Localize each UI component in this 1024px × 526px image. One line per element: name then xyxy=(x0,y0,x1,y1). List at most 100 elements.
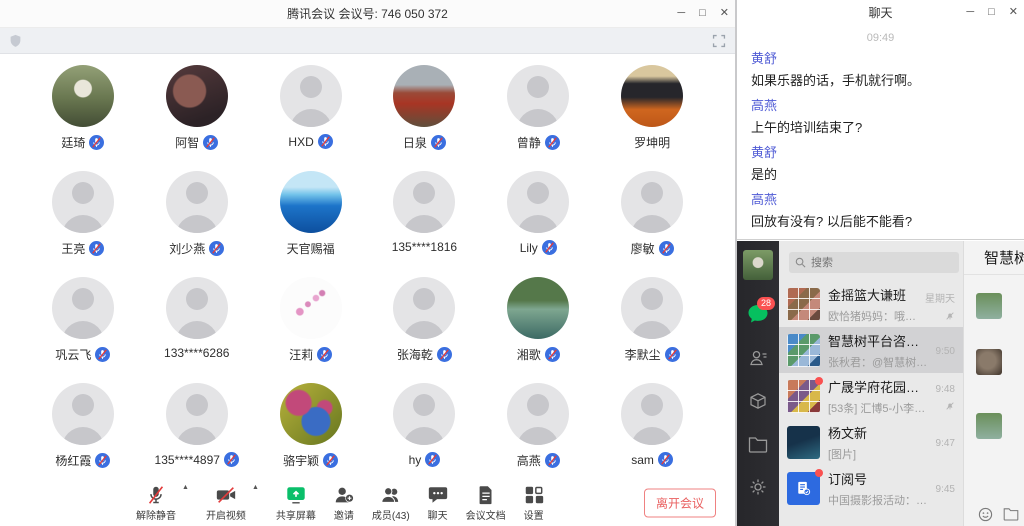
wechat-chat-item[interactable]: 金摇篮大谦班 欧恰猪妈妈：哦，知道... 星期天 xyxy=(779,281,963,327)
send-file-icon[interactable] xyxy=(1003,507,1019,521)
participant-name: hy xyxy=(409,453,422,467)
chat-titlebar: 聊天 ─ □ ✕ xyxy=(737,0,1024,24)
avatar xyxy=(621,65,683,127)
chat-time: 星期天 xyxy=(925,290,955,305)
avatar xyxy=(393,65,455,127)
message-avatar[interactable] xyxy=(976,293,1002,319)
maximize-icon[interactable]: □ xyxy=(699,8,706,19)
mic-options-caret-icon[interactable]: ▲ xyxy=(182,484,189,491)
muted-mic-icon xyxy=(545,347,560,362)
participant-grid: 廷琦 阿智 HXD 日泉 曾静 罗坤明 王亮 刘少燕 xyxy=(0,55,735,480)
participant-name: 张海乾 xyxy=(397,346,433,363)
muted-mic-icon xyxy=(145,484,167,506)
start-video-button[interactable]: 开启视频 xyxy=(206,484,246,522)
participant-tile[interactable]: 李默尘 xyxy=(595,273,709,379)
participant-name: 湘歌 xyxy=(517,346,541,363)
participant-tile[interactable]: 刘少燕 xyxy=(140,167,254,273)
minimize-icon[interactable]: ─ xyxy=(966,7,974,18)
avatar xyxy=(52,65,114,127)
wechat-chat-item[interactable]: 订阅号 中国摄影报活动："疫"线... 9:45 xyxy=(779,465,963,511)
wechat-settings-tab[interactable] xyxy=(748,477,768,497)
participant-tile[interactable]: hy xyxy=(368,379,482,485)
message-avatar[interactable] xyxy=(976,349,1002,375)
avatar[interactable] xyxy=(743,250,773,280)
participant-name: 廷琦 xyxy=(61,134,85,151)
muted-mic-icon xyxy=(545,135,560,150)
meeting-docs-button[interactable]: 会议文档 xyxy=(466,484,506,522)
fullscreen-icon[interactable] xyxy=(712,34,726,48)
participant-tile[interactable]: 汪莉 xyxy=(254,273,368,379)
participant-tile[interactable]: 135****1816 xyxy=(368,167,482,273)
search-icon xyxy=(795,257,806,268)
participant-tile[interactable]: 湘歌 xyxy=(481,273,595,379)
avatar xyxy=(52,277,114,339)
avatar xyxy=(507,171,569,233)
participant-tile[interactable]: HXD xyxy=(254,61,368,167)
participant-tile[interactable]: 罗坤明 xyxy=(595,61,709,167)
wechat-chat-item[interactable]: 杨文新 [图片] 9:47 xyxy=(779,419,963,465)
participant-tile[interactable]: 高燕 xyxy=(481,379,595,485)
participant-name: 133****6286 xyxy=(164,346,229,360)
chat-message-list[interactable]: 09:49 黄舒 如果乐器的话，手机就行啊。 高燕 上午的培训结束了? 黄舒 是… xyxy=(737,24,1024,240)
avatar xyxy=(52,171,114,233)
wechat-chat-item[interactable]: 广晟学府花园业主群 [53条] 汇博5-小李：卧槽 9:48 xyxy=(779,373,963,419)
participant-tile[interactable]: 日泉 xyxy=(368,61,482,167)
participant-name: 高燕 xyxy=(517,452,541,469)
chat-name: 广晟学府花园业主群 xyxy=(828,377,928,396)
members-button[interactable]: 成员(43) xyxy=(372,484,410,522)
wechat-files-tab[interactable] xyxy=(748,436,768,453)
chat-name: 杨文新 xyxy=(828,423,928,442)
participant-tile[interactable]: 廷琦 xyxy=(26,61,140,167)
chat-text: 上午的培训结束了? xyxy=(751,117,1010,136)
minimize-icon[interactable]: ─ xyxy=(677,8,685,19)
mute-bell-icon xyxy=(945,401,955,411)
muted-mic-icon xyxy=(323,453,338,468)
participant-tile[interactable]: sam xyxy=(595,379,709,485)
toolbar-label: 邀请 xyxy=(334,507,354,522)
close-icon[interactable]: ✕ xyxy=(1009,7,1018,18)
unmute-button[interactable]: 解除静音 xyxy=(136,484,176,522)
invite-button[interactable]: 邀请 xyxy=(333,484,355,522)
avatar xyxy=(52,383,114,445)
participant-name: 曾静 xyxy=(517,134,541,151)
settings-button[interactable]: 设置 xyxy=(523,484,545,522)
participant-tile[interactable]: 133****6286 xyxy=(140,273,254,379)
participant-tile[interactable]: 巩云飞 xyxy=(26,273,140,379)
emoji-icon[interactable] xyxy=(978,507,993,522)
wechat-chat-item-selected[interactable]: 智慧树平台咨询群 张秋君：@智慧树服务工... 9:50 xyxy=(779,327,963,373)
participant-tile[interactable]: 135****4897 xyxy=(140,379,254,485)
participant-tile[interactable]: 廖敏 xyxy=(595,167,709,273)
wechat-chats-tab[interactable]: 28 xyxy=(747,304,769,324)
chat-preview: [53条] 汇博5-小李：卧槽 xyxy=(828,400,928,416)
participant-tile[interactable]: 张海乾 xyxy=(368,273,482,379)
participant-tile[interactable]: Lily xyxy=(481,167,595,273)
participant-tile[interactable]: 王亮 xyxy=(26,167,140,273)
participant-name: 王亮 xyxy=(61,240,85,257)
participant-tile[interactable]: 杨红霞 xyxy=(26,379,140,485)
wechat-favorites-tab[interactable] xyxy=(748,392,768,412)
participant-tile[interactable]: 阿智 xyxy=(140,61,254,167)
chat-time: 9:47 xyxy=(936,438,955,449)
participant-tile[interactable]: 曾静 xyxy=(481,61,595,167)
search-input[interactable] xyxy=(789,252,959,273)
maximize-icon[interactable]: □ xyxy=(988,7,995,18)
chat-text: 回放有没有? 以后能不能看? xyxy=(751,211,1010,230)
leave-meeting-button[interactable]: 离开会议 xyxy=(644,489,716,518)
video-options-caret-icon[interactable]: ▲ xyxy=(252,484,259,491)
participant-tile[interactable]: 骆宇颖 xyxy=(254,379,368,485)
participant-tile[interactable]: 天官赐福 xyxy=(254,167,368,273)
close-icon[interactable]: ✕ xyxy=(720,8,729,19)
participant-name: 日泉 xyxy=(403,134,427,151)
participant-name: 135****4897 xyxy=(155,453,220,467)
avatar xyxy=(280,171,342,233)
participant-name: 李默尘 xyxy=(625,346,661,363)
participant-name: 巩云飞 xyxy=(55,346,91,363)
chat-name: 金摇篮大谦班 xyxy=(828,285,917,304)
share-screen-button[interactable]: 共享屏幕 xyxy=(276,484,316,522)
chat-name: 订阅号 xyxy=(828,469,928,488)
share-screen-icon xyxy=(285,484,307,506)
chat-message: 黄舒 如果乐器的话，手机就行啊。 xyxy=(751,48,1010,89)
message-avatar[interactable] xyxy=(976,413,1002,439)
wechat-contacts-tab[interactable] xyxy=(748,348,768,368)
chat-button[interactable]: 聊天 xyxy=(427,484,449,522)
